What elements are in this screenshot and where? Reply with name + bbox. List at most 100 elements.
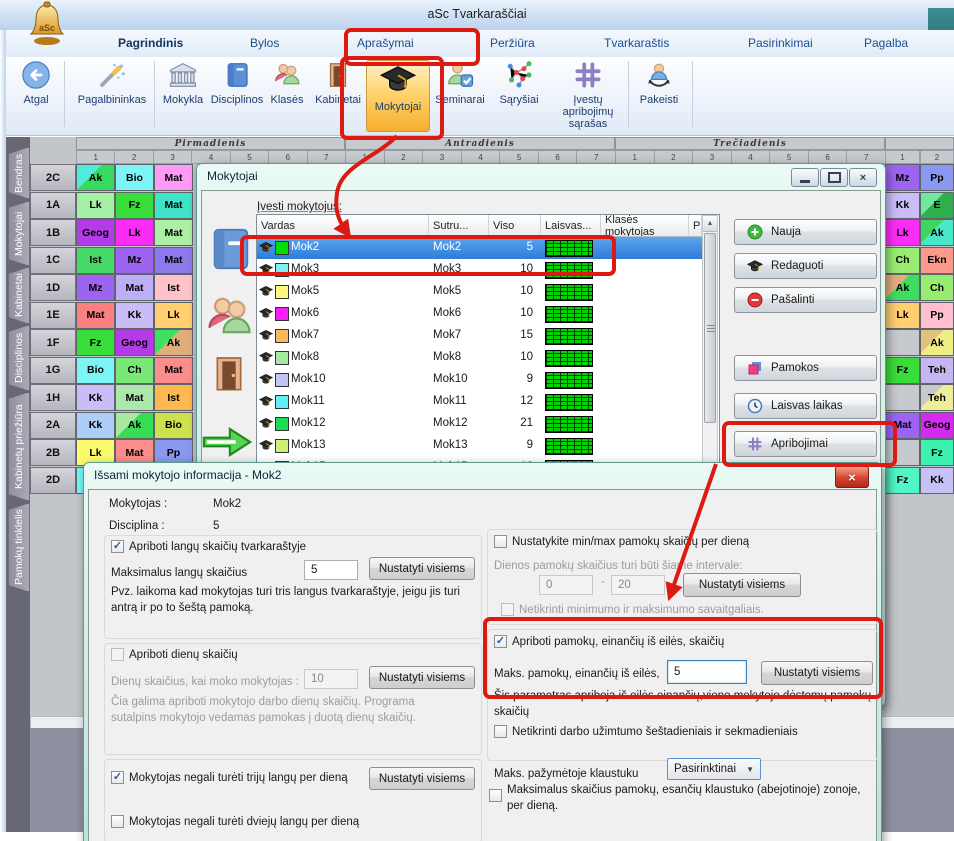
grid-cell[interactable]: Geog xyxy=(920,412,954,439)
grid-cell[interactable]: Kk xyxy=(76,384,115,411)
grid-cell[interactable]: Ak xyxy=(154,329,193,356)
grid-cell[interactable]: Geog xyxy=(76,219,115,246)
column-header-viso[interactable]: Viso xyxy=(489,215,541,237)
nauja-button[interactable]: Nauja xyxy=(734,219,877,245)
close-icon[interactable]: × xyxy=(835,466,869,488)
grid-cell[interactable]: Lk xyxy=(885,219,920,246)
grid-cell[interactable]: Mat xyxy=(115,274,154,301)
grid-cell[interactable]: Bio xyxy=(154,412,193,439)
grid-cell[interactable]: Mz xyxy=(885,164,920,191)
grid-cell[interactable] xyxy=(885,329,920,356)
grid-cell[interactable]: Ak xyxy=(115,412,154,439)
set-all-three-windows-button[interactable]: Nustatyti visiems xyxy=(369,767,475,790)
grid-cell[interactable]: Fz xyxy=(115,192,154,219)
sidebar-tab-bendras[interactable]: Bendras xyxy=(8,147,30,199)
grid-cell[interactable]: Lk xyxy=(885,302,920,329)
skip-weekend-minmax-checkbox[interactable] xyxy=(501,603,514,616)
grid-cell[interactable]: Mat xyxy=(154,164,193,191)
teacher-row-mok10[interactable]: Mok10Mok109 xyxy=(257,369,702,391)
grid-cell[interactable]: Teh xyxy=(920,357,954,384)
sidebar-tab-mokytojai[interactable]: Mokytojai xyxy=(8,201,30,266)
grid-cell[interactable]: Ist xyxy=(154,384,193,411)
column-header-p[interactable]: P xyxy=(689,215,702,237)
maximize-button[interactable] xyxy=(820,168,848,187)
cabinet-door-icon[interactable] xyxy=(209,347,249,399)
limit-days-checkbox[interactable] xyxy=(111,648,124,661)
max-consecutive-input[interactable]: 5 xyxy=(667,660,747,684)
days-count-input[interactable]: 10 xyxy=(304,669,358,689)
menu-tab-pasirinkimai[interactable]: Pasirinkimai xyxy=(748,36,813,50)
grid-cell[interactable]: Kk xyxy=(76,412,115,439)
ribbon-button-s-ry-iai[interactable]: Sąryšiai xyxy=(488,60,550,130)
menu-tab-pagrindinis[interactable]: Pagrindinis xyxy=(118,36,183,50)
scroll-up-icon[interactable]: ▲ xyxy=(703,216,717,232)
grid-cell[interactable]: Kk xyxy=(115,302,154,329)
menu-tab-apra-ymai[interactable]: Aprašymai xyxy=(357,36,414,50)
teacher-row-mok5[interactable]: Mok5Mok510 xyxy=(257,281,702,303)
teacher-row-mok6[interactable]: Mok6Mok610 xyxy=(257,303,702,325)
question-mark-dropdown[interactable]: Pasirinktinai▼ xyxy=(667,758,761,780)
minimize-button[interactable] xyxy=(791,168,819,187)
ribbon-button-mokykla[interactable]: Mokykla xyxy=(158,60,208,130)
grid-cell[interactable]: Mat xyxy=(76,302,115,329)
max-lessons-input[interactable]: 20 xyxy=(611,575,665,595)
grid-cell[interactable]: Ak xyxy=(76,164,115,191)
grid-cell[interactable]: Kk xyxy=(920,467,954,494)
no-three-windows-checkbox[interactable]: ✓ xyxy=(111,771,124,784)
teacher-row-mok3[interactable]: Mok3Mok310 xyxy=(257,259,702,281)
teacher-row-mok11[interactable]: Mok11Mok1112 xyxy=(257,391,702,413)
ribbon-button-klas-s[interactable]: Klasės xyxy=(264,60,310,130)
grid-cell[interactable]: Lk xyxy=(76,192,115,219)
ribbon-button-disciplinos[interactable]: Disciplinos xyxy=(210,60,264,130)
column-header-laisvas[interactable]: Laisvas... xyxy=(541,215,601,237)
grid-cell[interactable]: Lk xyxy=(154,302,193,329)
grid-cell[interactable]: Mat xyxy=(154,219,193,246)
grid-cell[interactable]: Mat xyxy=(154,192,193,219)
grid-cell[interactable]: Ak xyxy=(885,274,920,301)
minmax-checkbox[interactable] xyxy=(494,535,507,548)
laisvas-laikas-button[interactable]: Laisvas laikas xyxy=(734,393,877,419)
grid-cell[interactable]: Ak xyxy=(920,219,954,246)
grid-cell[interactable] xyxy=(885,439,920,466)
ribbon-button-mokytojai[interactable]: Mokytojai xyxy=(366,60,430,132)
grid-cell[interactable]: Lk xyxy=(115,219,154,246)
column-header-sutru[interactable]: Sutru... xyxy=(429,215,489,237)
grid-cell[interactable]: Pp xyxy=(920,302,954,329)
grid-cell[interactable]: E xyxy=(920,192,954,219)
grid-cell[interactable]: Teh xyxy=(920,384,954,411)
teacher-row-mok12[interactable]: Mok12Mok1221 xyxy=(257,413,702,435)
grid-cell[interactable]: Mat xyxy=(154,357,193,384)
grid-cell[interactable]: Ist xyxy=(154,274,193,301)
redaguoti-button[interactable]: Redaguoti xyxy=(734,253,877,279)
scrollbar-thumb[interactable] xyxy=(704,233,716,423)
grid-cell[interactable]: Fz xyxy=(920,439,954,466)
no-two-windows-checkbox[interactable] xyxy=(111,815,124,828)
grid-cell[interactable]: Fz xyxy=(885,357,920,384)
teacher-row-mok13[interactable]: Mok13Mok139 xyxy=(257,435,702,457)
grid-cell[interactable]: Fz xyxy=(885,467,920,494)
ribbon-button-seminarai[interactable]: Seminarai xyxy=(432,60,488,130)
close-button[interactable]: × xyxy=(849,168,877,187)
set-all-windows-button[interactable]: Nustatyti visiems xyxy=(369,557,475,580)
grid-cell[interactable]: Mat xyxy=(154,247,193,274)
grid-cell[interactable]: Fz xyxy=(76,329,115,356)
grid-cell[interactable]: Bio xyxy=(76,357,115,384)
teacher-row-mok2[interactable]: Mok2Mok25 xyxy=(257,237,702,259)
set-all-consecutive-button[interactable]: Nustatyti visiems xyxy=(761,661,873,685)
discipline-book-icon[interactable] xyxy=(207,224,253,274)
grid-cell[interactable]: Ch xyxy=(885,247,920,274)
ribbon-button-kabinetai[interactable]: Kabinetai xyxy=(312,60,364,130)
sidebar-tab-kabinet-prie-i-ra[interactable]: Kabinetų priežiūra xyxy=(8,392,30,501)
column-header-vardas[interactable]: Vardas xyxy=(257,215,429,237)
grid-cell[interactable]: Ch xyxy=(115,357,154,384)
skip-weekend-work-checkbox[interactable] xyxy=(494,725,507,738)
sidebar-tab-disciplinos[interactable]: Disciplinos xyxy=(8,325,30,391)
ribbon-button-vest-apribojim-s-ra-as[interactable]: Įvestų apribojimų sąrašas xyxy=(550,60,626,130)
apribojimai-button[interactable]: Apribojimai xyxy=(734,431,877,457)
menu-tab-pagalba[interactable]: Pagalba xyxy=(864,36,908,50)
teacher-row-mok8[interactable]: Mok8Mok810 xyxy=(257,347,702,369)
question-zone-checkbox[interactable] xyxy=(489,789,502,802)
grid-cell[interactable]: Bio xyxy=(115,164,154,191)
sidebar-tab-kabinetai[interactable]: Kabinetai xyxy=(8,267,30,324)
min-lessons-input[interactable]: 0 xyxy=(539,575,593,595)
